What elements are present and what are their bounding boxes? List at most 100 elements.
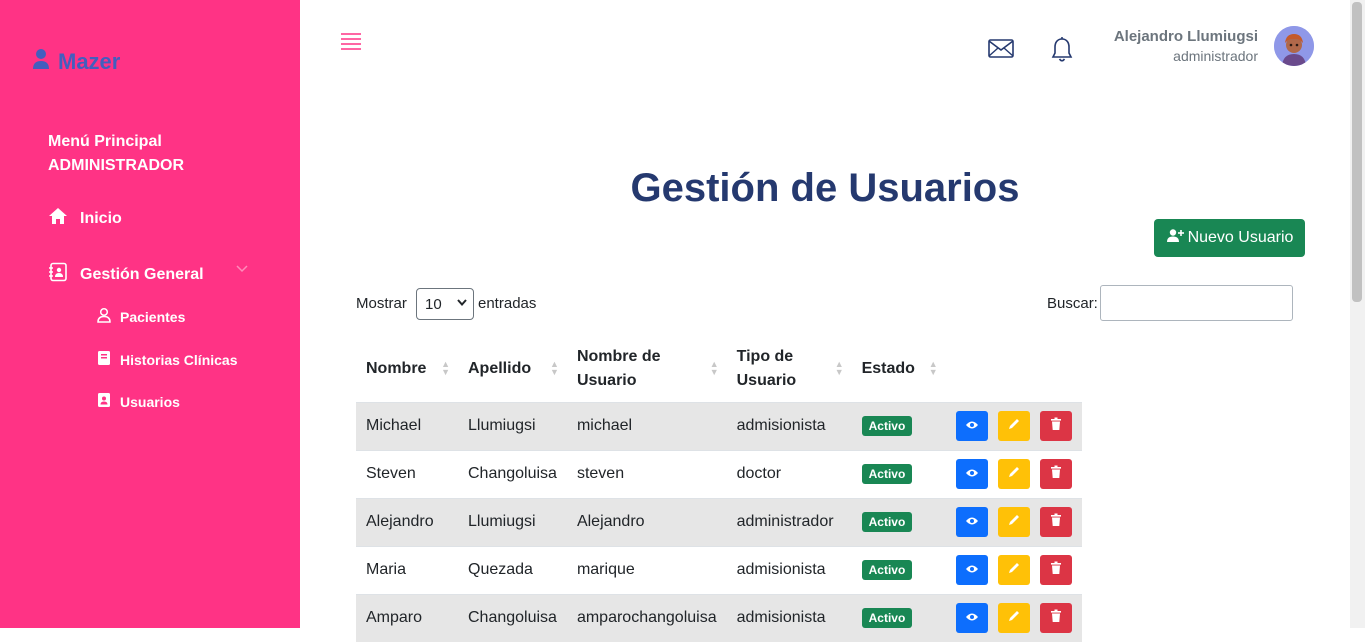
cell-nombre: Amparo [356,593,458,642]
bell-icon[interactable] [1050,36,1074,69]
view-button[interactable] [955,459,988,489]
table-row: Michael Llumiugsi michael admisionista A… [356,401,1082,450]
cell-estado: Activo [851,545,946,594]
cell-usuario: steven [566,449,727,498]
cell-usuario: michael [566,401,727,450]
view-button[interactable] [955,555,988,585]
pencil-icon [1007,561,1021,580]
sort-icon: ▲ ▼ [550,359,559,377]
avatar[interactable] [1274,26,1314,66]
column-header-label: Apellido [468,359,532,377]
sidebar-item-inicio[interactable]: Inicio [48,206,122,231]
cell-usuario: Alejandro [566,497,727,546]
edit-button[interactable] [997,555,1030,585]
column-header-apellido[interactable]: Apellido ▲ ▼ [458,336,567,402]
cell-actions [945,449,1082,498]
status-badge: Activo [861,608,913,629]
cell-estado: Activo [851,401,946,450]
pencil-icon [1007,513,1021,532]
sort-icon: ▲ ▼ [709,359,719,377]
sidebar-subitem-pacientes[interactable]: Pacientes [96,307,185,326]
main-content: Alejandro Llumiugsi administrador Gestió… [300,0,1350,642]
table-row: Maria Quezada marique admisionista Activ… [356,545,1082,594]
delete-button[interactable] [1039,459,1072,489]
eye-icon [965,465,979,483]
sidebar-subitem-usuarios[interactable]: Usuarios [96,392,180,411]
cell-apellido: Changoluisa [458,593,567,642]
show-label: Mostrar [356,295,407,312]
column-header-nombre[interactable]: Nombre ▲ ▼ [356,336,458,402]
table-row: Alejandro Llumiugsi Alejandro administra… [356,497,1082,546]
sidebar-subitem-label: Historias Clínicas [120,351,238,368]
delete-button[interactable] [1039,555,1072,585]
contact-book-icon [48,262,68,287]
sort-icon: ▲ ▼ [834,359,844,377]
column-header-nombre-usuario[interactable]: Nombre de Usuario ▲ ▼ [567,336,727,402]
edit-button[interactable] [997,459,1030,489]
status-badge: Activo [861,464,913,484]
house-icon [48,206,68,231]
delete-button[interactable] [1039,603,1072,634]
new-user-button-label: Nuevo Usuario [1187,229,1294,246]
clipboard-icon [96,350,112,369]
cell-nombre: Steven [356,449,458,498]
cell-tipo: admisionista [726,401,852,450]
person-plus-icon [1166,228,1184,249]
delete-button[interactable] [1039,507,1072,537]
sidebar-item-label: Inicio [80,209,122,227]
brand-name: Mazer [58,48,121,74]
view-button[interactable] [955,603,988,634]
column-header-estado[interactable]: Estado ▲ ▼ [852,336,946,402]
user-icon [32,48,50,75]
cell-apellido: Llumiugsi [458,497,567,546]
menu-title: Menú Principal ADMINISTRADOR [48,130,184,178]
cell-nombre: Michael [356,401,458,450]
cell-usuario: amparochangoluisa [566,593,727,642]
cell-nombre: Alejandro [356,497,458,546]
entries-per-page-select[interactable]: 10 [416,288,474,320]
status-badge: Activo [861,560,913,580]
cell-tipo: admisionista [726,545,852,594]
sort-icon: ▲ ▼ [928,359,938,377]
column-header-label: Nombre de Usuario [576,347,661,389]
search-input[interactable] [1100,285,1293,321]
view-button[interactable] [955,507,988,537]
sidebar-subitem-historias-clinicas[interactable]: Historias Clínicas [96,350,238,369]
status-badge: Activo [861,416,913,436]
sidebar-item-gestion-general[interactable]: Gestión General [48,262,204,287]
edit-button[interactable] [997,507,1030,537]
column-header-tipo-usuario[interactable]: Tipo de Usuario ▲ ▼ [727,336,852,402]
trash-icon [1050,465,1062,484]
page-scrollbar-thumb[interactable] [1352,2,1362,302]
menu-title-line1: Menú Principal [48,133,162,150]
menu-title-line2: ADMINISTRADOR [48,157,184,174]
cell-actions [945,401,1082,450]
envelope-icon[interactable] [988,38,1014,65]
cell-estado: Activo [851,593,946,642]
trash-icon [1050,609,1062,628]
cell-actions [945,545,1082,594]
trash-icon [1050,561,1062,580]
edit-button[interactable] [997,411,1030,441]
new-user-button[interactable]: Nuevo Usuario [1154,219,1305,257]
column-header-label: Tipo de Usuario [736,347,797,389]
delete-button[interactable] [1039,411,1072,441]
sidebar-subitem-label: Pacientes [120,308,186,325]
user-name[interactable]: Alejandro Llumiugsi [1114,28,1258,45]
hamburger-icon[interactable] [340,32,362,57]
view-button[interactable] [955,411,988,441]
cell-estado: Activo [851,497,946,546]
table-header-row: Nombre ▲ ▼ Apellido ▲ ▼ Nombre de Usuario ▲ ▼ … [356,336,1082,402]
eye-icon [965,609,979,627]
cell-apellido: Quezada [458,545,567,594]
brand[interactable]: Mazer [32,48,120,75]
user-role: administrador [1173,48,1258,64]
edit-button[interactable] [997,603,1030,634]
entries-label: entradas [478,295,537,312]
chevron-down-icon[interactable] [236,264,248,276]
cell-tipo: administrador [726,497,852,546]
cell-estado: Activo [851,449,946,498]
cell-apellido: Llumiugsi [458,401,567,450]
entries-per-page-value: 10 [425,295,442,313]
cell-apellido: Changoluisa [458,449,567,498]
